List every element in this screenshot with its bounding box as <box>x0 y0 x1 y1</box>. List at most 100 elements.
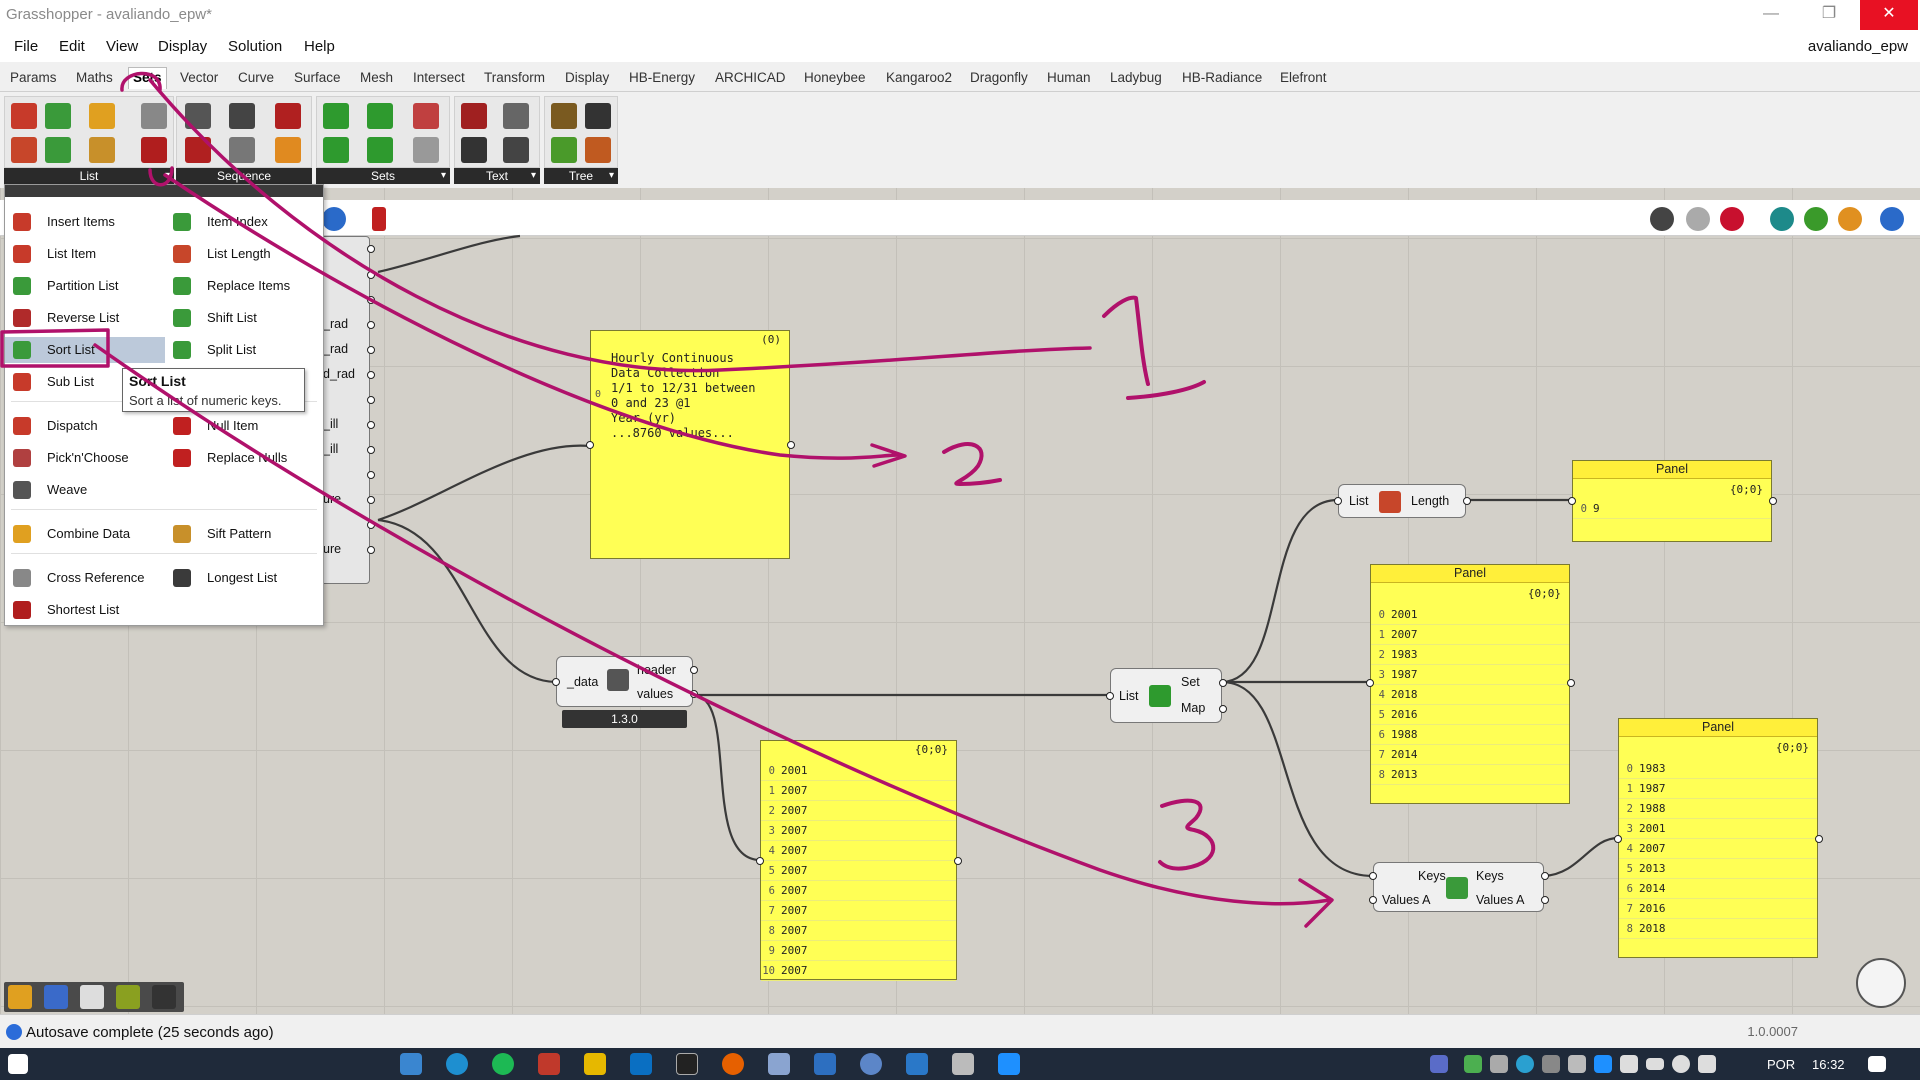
output-port[interactable] <box>787 441 795 449</box>
output-port[interactable] <box>367 446 375 454</box>
preview-off-icon[interactable] <box>1650 207 1674 231</box>
rhino-icon[interactable] <box>952 1053 974 1075</box>
preview-shaded-icon[interactable] <box>1720 207 1744 231</box>
input-port[interactable] <box>1369 896 1377 904</box>
output-port[interactable] <box>1815 835 1823 843</box>
tab-params[interactable]: Params <box>10 70 57 85</box>
text-join-icon[interactable] <box>461 137 487 163</box>
sort-list-component[interactable]: Keys Values A Keys Values A <box>1369 862 1549 912</box>
dispatch-icon[interactable] <box>89 103 115 129</box>
input-port[interactable] <box>1614 835 1622 843</box>
tab-vector[interactable]: Vector <box>180 70 218 85</box>
output-port[interactable] <box>690 690 698 698</box>
set-union-icon[interactable] <box>323 103 349 129</box>
deconstruct-data-component[interactable]: _data header values <box>552 656 698 707</box>
telegram-tray-icon[interactable] <box>1516 1055 1534 1073</box>
input-port[interactable] <box>756 857 764 865</box>
key-value-icon[interactable] <box>413 103 439 129</box>
input-port[interactable] <box>1106 692 1114 700</box>
output-port[interactable] <box>1463 497 1471 505</box>
set-intersection-icon[interactable] <box>367 103 393 129</box>
output-port[interactable] <box>367 471 375 479</box>
pycharm-icon[interactable] <box>676 1053 698 1075</box>
duplicate-icon[interactable] <box>229 137 255 163</box>
tab-human[interactable]: Human <box>1047 70 1091 85</box>
menu-item-item-index[interactable]: Item Index <box>165 209 321 235</box>
python-icon[interactable] <box>44 985 68 1009</box>
output-port[interactable] <box>1769 497 1777 505</box>
values-panel[interactable]: {0;0} 0 2001 1 2007 2 2007 3 2007 4 2007 5 2007 6 200… <box>756 740 962 981</box>
menu-item-dispatch[interactable]: Dispatch <box>5 413 165 439</box>
preview-selected-icon[interactable] <box>1804 207 1828 231</box>
app-icon[interactable] <box>538 1053 560 1075</box>
insert-items-icon[interactable] <box>11 103 37 129</box>
restore-button[interactable]: ❐ <box>1800 0 1858 30</box>
menu-view[interactable]: View <box>106 38 138 55</box>
input-port[interactable] <box>586 441 594 449</box>
spotify-icon[interactable] <box>492 1053 514 1075</box>
bug-icon[interactable] <box>116 985 140 1009</box>
tray-icon[interactable] <box>1542 1055 1560 1073</box>
tab-hb-energy[interactable]: HB-Energy <box>629 70 695 85</box>
cull-pattern-icon[interactable] <box>185 137 211 163</box>
output-port[interactable] <box>367 321 375 329</box>
teams-tray-icon[interactable] <box>1430 1055 1448 1073</box>
input-port[interactable] <box>552 678 560 686</box>
menu-item-shift-list[interactable]: Shift List <box>165 305 321 331</box>
output-port[interactable] <box>1219 679 1227 687</box>
word-icon[interactable] <box>906 1053 928 1075</box>
volume-icon[interactable] <box>1698 1055 1716 1073</box>
menu-display[interactable]: Display <box>158 38 207 55</box>
output-port[interactable] <box>367 496 375 504</box>
cross-reference-icon[interactable] <box>141 103 167 129</box>
text-split-icon[interactable] <box>461 103 487 129</box>
carthesian-icon[interactable] <box>413 137 439 163</box>
minimize-button[interactable]: — <box>1742 0 1800 30</box>
sort-text-icon[interactable] <box>503 137 529 163</box>
document-preview-icon[interactable] <box>1880 207 1904 231</box>
menu-item-null-item[interactable]: Null Item <box>165 413 321 439</box>
output-port[interactable] <box>367 521 375 529</box>
menu-item-longest-list[interactable]: Longest List <box>165 565 321 591</box>
output-port[interactable] <box>367 546 375 554</box>
cloud-icon[interactable] <box>1620 1055 1638 1073</box>
cull-index-icon[interactable] <box>185 103 211 129</box>
battery-icon[interactable] <box>1646 1058 1664 1070</box>
text-case-icon[interactable] <box>503 103 529 129</box>
output-port[interactable] <box>954 857 962 865</box>
windows-start-icon[interactable] <box>8 1054 28 1074</box>
notifications-icon[interactable] <box>1868 1056 1886 1072</box>
menu-item-sift-pattern[interactable]: Sift Pattern <box>165 521 321 547</box>
menu-item-list-length[interactable]: List Length <box>165 241 321 267</box>
set-majority-icon[interactable] <box>367 137 393 163</box>
list-length-component[interactable]: List Length <box>1334 484 1471 518</box>
preview-wire-icon[interactable] <box>1686 207 1710 231</box>
graft-tree-icon[interactable] <box>551 103 577 129</box>
menu-item-cross-reference[interactable]: Cross Reference <box>5 565 165 591</box>
output-port[interactable] <box>1219 705 1227 713</box>
menu-item-partition-list[interactable]: Partition List <box>5 273 165 299</box>
length-panel[interactable]: Panel {0;0} 09 <box>1568 460 1777 542</box>
photos-icon[interactable] <box>998 1053 1020 1075</box>
download-icon[interactable] <box>80 985 104 1009</box>
output-port[interactable] <box>367 271 375 279</box>
tray-icon[interactable] <box>1490 1055 1508 1073</box>
output-port[interactable] <box>367 396 375 404</box>
language-indicator[interactable]: POR <box>1767 1057 1795 1072</box>
menu-item-list-item[interactable]: List Item <box>5 241 165 267</box>
input-port[interactable] <box>1369 872 1377 880</box>
tab-curve[interactable]: Curve <box>238 70 274 85</box>
series-icon[interactable] <box>229 103 255 129</box>
pen-icon[interactable] <box>372 207 386 231</box>
grasshopper-app-icon[interactable] <box>768 1053 790 1075</box>
menu-item-replace-nulls[interactable]: Replace Nulls <box>165 445 321 471</box>
plugin-icon[interactable] <box>8 985 32 1009</box>
output-port[interactable] <box>367 421 375 429</box>
r-icon[interactable] <box>860 1053 882 1075</box>
rstudio-icon[interactable] <box>814 1053 836 1075</box>
header-panel[interactable]: (0) 0 Hourly Continuous Data Collection … <box>586 330 795 559</box>
output-port[interactable] <box>367 346 375 354</box>
output-port[interactable] <box>367 245 375 253</box>
tab-maths[interactable]: Maths <box>76 70 113 85</box>
tab-honeybee[interactable]: Honeybee <box>804 70 866 85</box>
